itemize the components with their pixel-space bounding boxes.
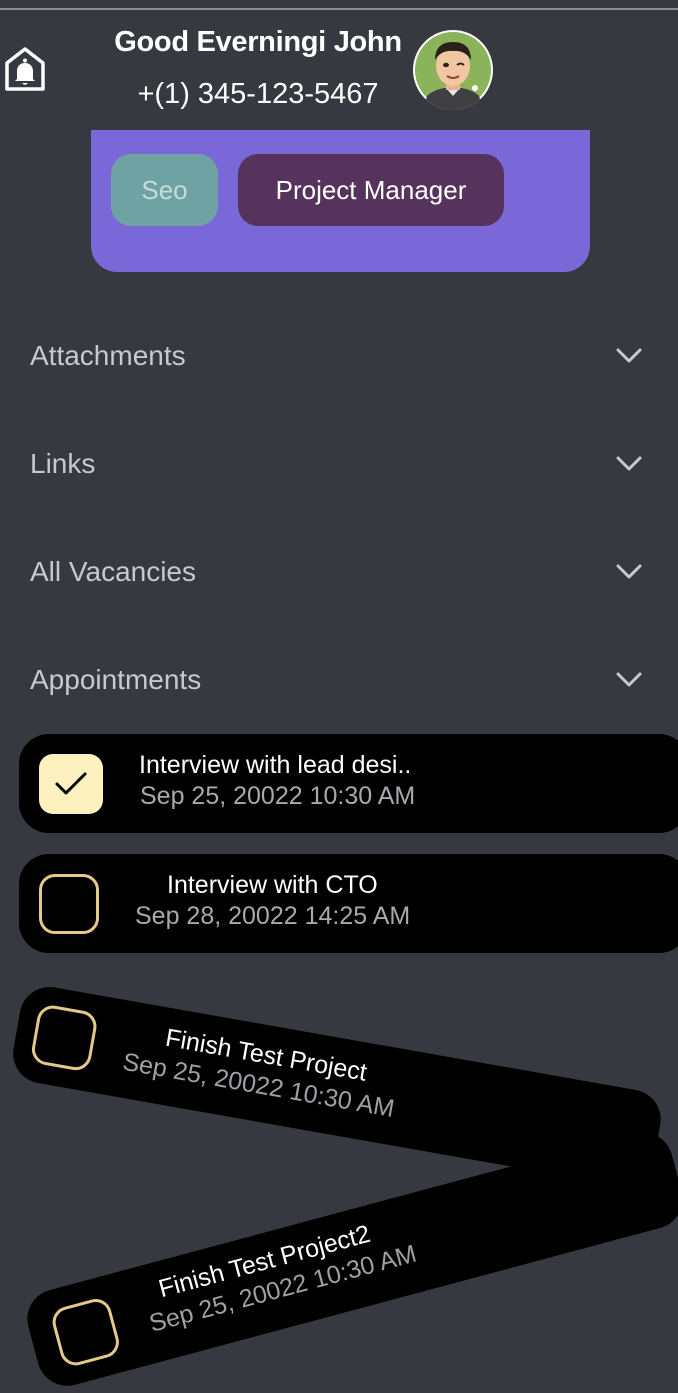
- checkbox-checked[interactable]: [39, 754, 103, 814]
- section-label: Appointments: [30, 664, 202, 695]
- section-label: Attachments: [30, 340, 186, 371]
- checkbox-unchecked[interactable]: [29, 1003, 99, 1073]
- roles-card: Seo Project Manager: [91, 130, 590, 272]
- chevron-down-icon[interactable]: [616, 456, 642, 472]
- appointment-item[interactable]: Interview with lead desi.. Sep 25, 20022…: [19, 734, 678, 833]
- greeting-text: Good Everningi John: [114, 26, 402, 58]
- appointment-title: Interview with CTO: [167, 871, 378, 899]
- checkbox-unchecked[interactable]: [49, 1295, 123, 1369]
- avatar[interactable]: [413, 30, 493, 110]
- appointment-date: Sep 28, 20022 14:25 AM: [135, 902, 411, 930]
- role-chip-seo[interactable]: Seo: [111, 154, 218, 226]
- checkbox-unchecked[interactable]: [39, 874, 99, 934]
- chevron-down-icon[interactable]: [616, 348, 642, 364]
- section-all-vacancies[interactable]: All Vacancies: [30, 550, 650, 594]
- section-links[interactable]: Links: [30, 442, 650, 486]
- bell-icon[interactable]: [4, 46, 46, 92]
- appointment-item-dragging[interactable]: Finish Test Project2 Sep 25, 20022 10:30…: [20, 1125, 678, 1393]
- section-label: Links: [30, 448, 96, 479]
- section-label: All Vacancies: [30, 556, 197, 587]
- phone-number: +(1) 345-123-5467: [137, 78, 379, 110]
- chevron-down-icon[interactable]: [616, 564, 642, 580]
- chevron-down-icon[interactable]: [616, 672, 642, 688]
- checkmark-icon: [55, 772, 87, 795]
- appointment-date: Sep 25, 20022 10:30 AM: [140, 782, 416, 810]
- section-attachments[interactable]: Attachments: [30, 334, 650, 378]
- top-divider: [0, 8, 678, 10]
- role-chip-project-manager[interactable]: Project Manager: [238, 154, 504, 226]
- section-appointments[interactable]: Appointments: [30, 658, 650, 702]
- appointment-item[interactable]: Interview with CTO Sep 28, 20022 14:25 A…: [19, 854, 678, 953]
- appointment-title: Interview with lead desi..: [139, 751, 412, 779]
